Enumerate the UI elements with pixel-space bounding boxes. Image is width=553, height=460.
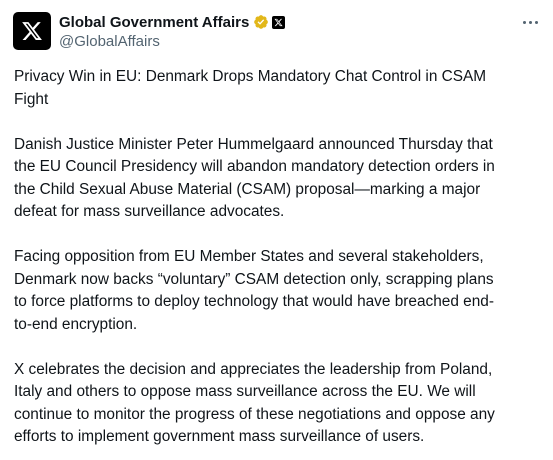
more-options-button[interactable] xyxy=(519,12,541,32)
verified-badge-icon[interactable] xyxy=(253,14,269,30)
post-paragraph: Danish Justice Minister Peter Hummelgaar… xyxy=(14,135,495,221)
more-dot-icon xyxy=(534,20,538,24)
post-paragraph: Privacy Win in EU: Denmark Drops Mandato… xyxy=(14,68,487,108)
author-name[interactable]: Global Government Affairs xyxy=(59,14,249,31)
more-dot-icon xyxy=(522,20,526,24)
x-logo-icon xyxy=(22,22,42,40)
author-handle[interactable]: @GlobalAffairs xyxy=(59,33,285,50)
post-paragraph: X celebrates the decision and appreciate… xyxy=(14,360,495,446)
post-header: Global Government Affairs @GlobalAffairs xyxy=(13,12,543,52)
more-dot-icon xyxy=(528,20,532,24)
author-identity: Global Government Affairs @GlobalAffairs xyxy=(59,12,286,50)
name-row: Global Government Affairs xyxy=(59,12,286,32)
post-paragraph: Facing opposition from EU Member States … xyxy=(14,248,494,333)
post-card: Global Government Affairs @GlobalAffairs xyxy=(0,0,553,460)
avatar[interactable] xyxy=(13,12,51,50)
post-text: Privacy Win in EU: Denmark Drops Mandato… xyxy=(14,66,544,449)
affiliate-x-badge-icon[interactable] xyxy=(272,15,286,29)
